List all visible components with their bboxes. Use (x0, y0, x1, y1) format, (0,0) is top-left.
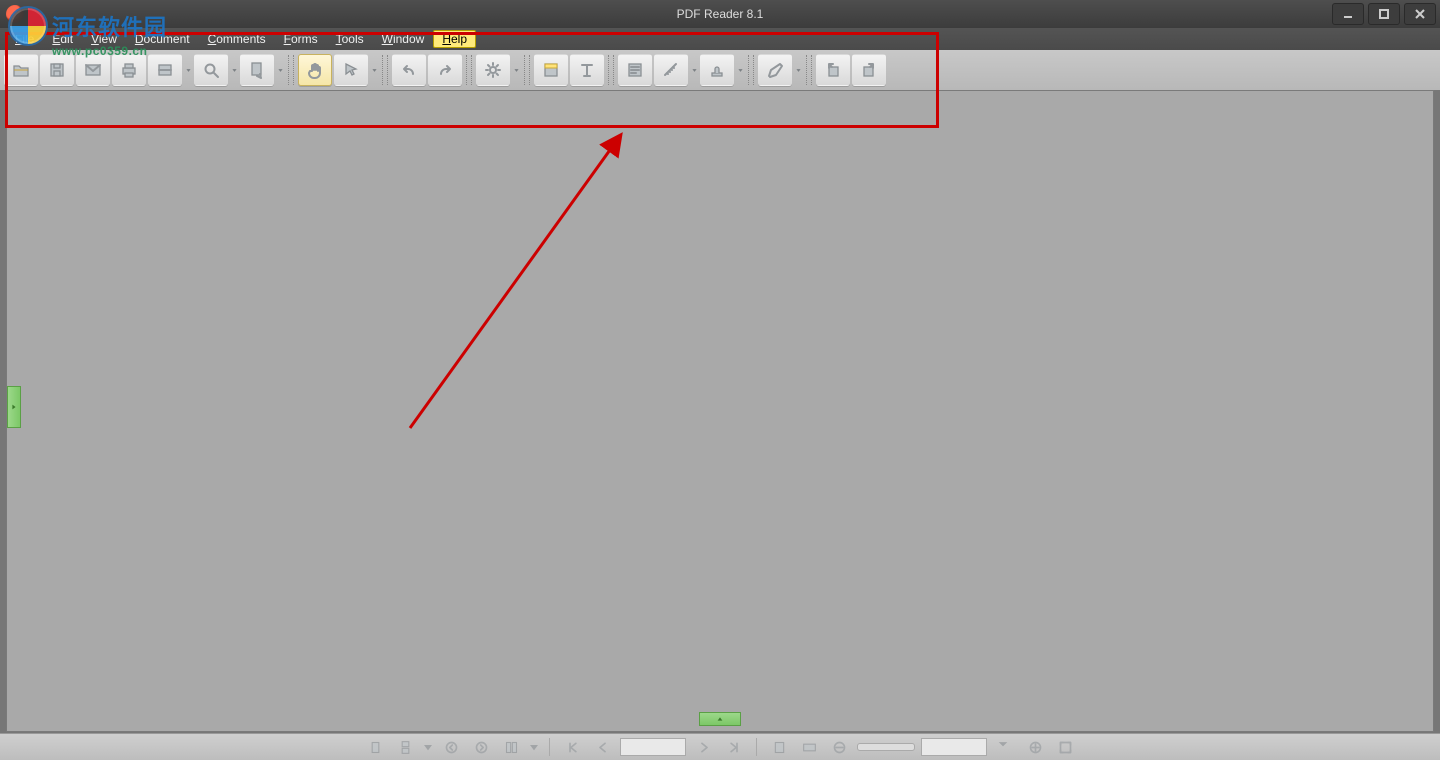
dropdown-arrow-icon[interactable] (736, 67, 744, 74)
text-tool-icon[interactable] (570, 54, 604, 86)
dropdown-arrow-icon[interactable] (423, 737, 433, 757)
email-icon[interactable] (76, 54, 110, 86)
redo-icon[interactable] (428, 54, 462, 86)
status-separator (549, 738, 550, 756)
document-workspace (6, 90, 1434, 732)
menu-comments[interactable]: Comments (199, 30, 275, 48)
zoom-tool-icon[interactable] (194, 54, 228, 86)
menubar: FileEditViewDocumentCommentsFormsToolsWi… (0, 28, 1440, 50)
maximize-button[interactable] (1368, 3, 1400, 25)
zoom-value-field[interactable] (921, 738, 987, 756)
single-page-icon[interactable] (363, 737, 387, 757)
select-tool-icon[interactable] (334, 54, 368, 86)
save-icon[interactable] (40, 54, 74, 86)
measure-icon[interactable] (654, 54, 688, 86)
status-separator (756, 738, 757, 756)
main-toolbar (0, 50, 1440, 90)
first-page-icon[interactable] (560, 737, 584, 757)
fullscreen-icon[interactable] (1053, 737, 1077, 757)
menu-window[interactable]: Window (373, 30, 434, 48)
rotate-right-icon[interactable] (852, 54, 886, 86)
highlight-icon[interactable] (534, 54, 568, 86)
status-bar (0, 733, 1440, 760)
continuous-page-icon[interactable] (393, 737, 417, 757)
scan-icon[interactable] (148, 54, 182, 86)
toolbar-separator (524, 55, 530, 85)
dropdown-arrow-icon[interactable] (690, 67, 698, 74)
menu-forms[interactable]: Forms (275, 30, 327, 48)
window-title: PDF Reader 8.1 (677, 7, 764, 21)
menu-help[interactable]: Help (433, 30, 476, 48)
toolbar-separator (382, 55, 388, 85)
dropdown-arrow-icon[interactable] (529, 737, 539, 757)
bottom-panel-toggle[interactable] (699, 712, 741, 726)
print-icon[interactable] (112, 54, 146, 86)
fit-width-icon[interactable] (797, 737, 821, 757)
dropdown-arrow-icon[interactable] (370, 67, 378, 74)
toolbar-separator (288, 55, 294, 85)
left-panel-toggle[interactable] (7, 386, 21, 428)
fit-page-icon[interactable] (767, 737, 791, 757)
app-icon (6, 5, 24, 23)
toolbar-separator (748, 55, 754, 85)
draw-line-icon[interactable] (758, 54, 792, 86)
nav-next-view-icon[interactable] (469, 737, 493, 757)
settings-icon[interactable] (476, 54, 510, 86)
open-file-icon[interactable] (4, 54, 38, 86)
close-button[interactable] (1404, 3, 1436, 25)
toolbar-separator (466, 55, 472, 85)
toolbar-separator (806, 55, 812, 85)
zoom-in-icon[interactable] (1023, 737, 1047, 757)
dropdown-arrow-icon[interactable] (794, 67, 802, 74)
dropdown-arrow-icon[interactable] (276, 67, 284, 74)
titlebar: PDF Reader 8.1 (0, 0, 1440, 28)
menu-tools[interactable]: Tools (327, 30, 373, 48)
document-send-icon[interactable] (240, 54, 274, 86)
page-layout-icon[interactable] (499, 737, 523, 757)
rotate-left-icon[interactable] (816, 54, 850, 86)
zoom-dropdown-icon[interactable] (993, 737, 1017, 757)
note-icon[interactable] (618, 54, 652, 86)
menu-edit[interactable]: Edit (43, 30, 82, 48)
last-page-icon[interactable] (722, 737, 746, 757)
menu-document[interactable]: Document (126, 30, 199, 48)
dropdown-arrow-icon[interactable] (184, 67, 192, 74)
hand-tool-icon[interactable] (298, 54, 332, 86)
dropdown-arrow-icon[interactable] (230, 67, 238, 74)
menu-view[interactable]: View (82, 30, 126, 48)
minimize-button[interactable] (1332, 3, 1364, 25)
dropdown-arrow-icon[interactable] (512, 67, 520, 74)
zoom-out-icon[interactable] (827, 737, 851, 757)
toolbar-separator (608, 55, 614, 85)
menu-file[interactable]: File (6, 30, 43, 48)
undo-icon[interactable] (392, 54, 426, 86)
next-page-icon[interactable] (692, 737, 716, 757)
zoom-slider[interactable] (857, 743, 915, 751)
nav-prev-view-icon[interactable] (439, 737, 463, 757)
page-number-field[interactable] (620, 738, 686, 756)
stamp-icon[interactable] (700, 54, 734, 86)
prev-page-icon[interactable] (590, 737, 614, 757)
